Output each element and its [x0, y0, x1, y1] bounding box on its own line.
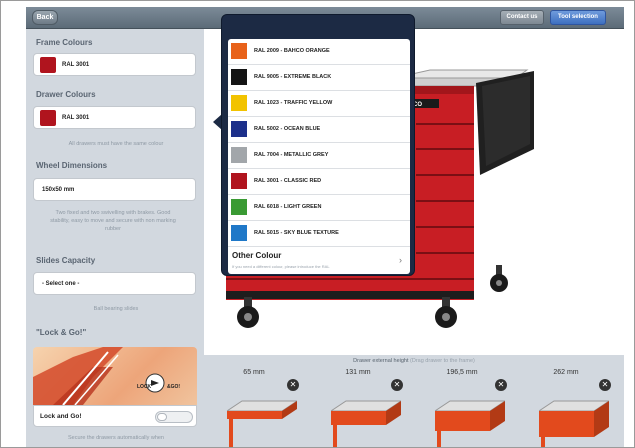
colour-option[interactable]: RAL 5002 - OCEAN BLUE [228, 117, 410, 143]
tool-selection-button[interactable]: Tool selection [550, 10, 606, 25]
drawer-image [227, 400, 297, 447]
lock-and-go-toggle[interactable] [155, 411, 193, 423]
frame-colour-field[interactable]: RAL 3001 [33, 53, 196, 76]
drawer-option-65[interactable]: 65 mm ✕ [224, 369, 302, 447]
drag-hint: (Drag drawer to the frame) [410, 358, 475, 364]
colour-option-label: RAL 5015 - SKY BLUE TEXTURE [254, 230, 339, 236]
colour-option[interactable]: RAL 1023 - TRAFFIC YELLOW [228, 91, 410, 117]
black-swatch [231, 69, 247, 85]
go-text: &GO! [167, 384, 180, 390]
wheel-note: Two fixed and two swivelling with brakes… [50, 210, 176, 232]
info-icon[interactable]: ✕ [391, 379, 403, 391]
red-swatch [231, 173, 247, 189]
colour-picker-popover: RAL 2009 - BAHCO ORANGE RAL 9005 - EXTRE… [221, 14, 415, 276]
drawer-height-hint: Drawer external height (Drag drawer to t… [204, 358, 624, 364]
info-icon[interactable]: ✕ [599, 379, 611, 391]
yellow-swatch [231, 95, 247, 111]
drawer-colours-title: Drawer Colours [36, 90, 96, 99]
sky-blue-swatch [231, 225, 247, 241]
green-swatch [231, 199, 247, 215]
other-colour-option[interactable]: Other Colour If you need a different col… [228, 247, 410, 274]
back-button[interactable]: Back [32, 10, 58, 25]
colour-option-label: RAL 3001 - CLASSIC RED [254, 178, 322, 184]
drawer-option-131[interactable]: 131 mm ✕ [328, 369, 406, 447]
colour-option-label: RAL 1023 - TRAFFIC YELLOW [254, 100, 333, 106]
drawer-height-value: 196,5 mm [446, 369, 478, 376]
lock-and-go-title: "Lock & Go!" [36, 328, 87, 337]
drawer-colour-value: RAL 3001 [62, 115, 90, 121]
app-window: BAHCO Back Contact us [0, 0, 635, 448]
slides-capacity-title: Slides Capacity [36, 256, 96, 265]
colour-option[interactable]: RAL 9005 - EXTREME BLACK [228, 65, 410, 91]
lock-and-go-label: Lock and Go! [40, 413, 82, 420]
other-colour-title: Other Colour [232, 251, 282, 260]
drawer-colour-field[interactable]: RAL 3001 [33, 106, 196, 129]
drawer-height-value: 131 mm [345, 369, 371, 376]
colour-options-list: RAL 2009 - BAHCO ORANGE RAL 9005 - EXTRE… [228, 39, 410, 274]
orange-swatch [231, 43, 247, 59]
lock-text: LOCK [137, 384, 152, 390]
colour-option[interactable]: RAL 7004 - METALLIC GREY [228, 143, 410, 169]
options-sidebar: Frame Colours RAL 3001 Drawer Colours RA… [26, 29, 204, 447]
drawer-height-value: 65 mm [243, 369, 265, 376]
drawer-image [331, 400, 401, 447]
drawer-colour-swatch [40, 110, 56, 126]
frame-colour-swatch [40, 57, 56, 73]
colour-option[interactable]: RAL 3001 - CLASSIC RED [228, 169, 410, 195]
wheel-dimensions-field[interactable]: 150x50 mm [33, 178, 196, 201]
drawer-height-label: Drawer external height [353, 358, 409, 364]
drawer-colour-note: All drawers must have the same colour [68, 141, 164, 147]
blue-swatch [231, 121, 247, 137]
colour-option-label: RAL 7004 - METALLIC GREY [254, 152, 329, 158]
chevron-right-icon: › [399, 255, 402, 265]
drawer-image [539, 400, 609, 447]
frame-colours-title: Frame Colours [36, 38, 93, 47]
frame-colour-value: RAL 3001 [62, 62, 90, 68]
info-icon[interactable]: ✕ [495, 379, 507, 391]
colour-option-label: RAL 6018 - LIGHT GREEN [254, 204, 322, 210]
colour-option-label: RAL 2009 - BAHCO ORANGE [254, 48, 330, 54]
colour-option[interactable]: RAL 5015 - SKY BLUE TEXTURE [228, 221, 410, 247]
drawer-image [435, 400, 505, 447]
lock-and-go-row: Lock and Go! [33, 405, 197, 427]
drawer-height-strip: Drawer external height (Drag drawer to t… [204, 355, 624, 447]
wheel-dimensions-title: Wheel Dimensions [36, 161, 108, 170]
wheel-dimensions-value: 150x50 mm [42, 187, 75, 193]
toggle-knob [157, 413, 167, 421]
info-icon[interactable]: ✕ [287, 379, 299, 391]
colour-option-label: RAL 9005 - EXTREME BLACK [254, 74, 332, 80]
slides-note: Ball bearing slides [93, 306, 139, 312]
drawer-option-196-5[interactable]: 196,5 mm ✕ [432, 369, 510, 447]
lock-note: Secure the drawers automatically when [68, 435, 164, 441]
drawer-height-value: 262 mm [553, 369, 579, 376]
grey-swatch [231, 147, 247, 163]
colour-option[interactable]: RAL 2009 - BAHCO ORANGE [228, 39, 410, 65]
other-colour-subtitle: If you need a different colour, please i… [232, 264, 330, 269]
colour-option[interactable]: RAL 6018 - LIGHT GREEN [228, 195, 410, 221]
colour-option-label: RAL 5002 - OCEAN BLUE [254, 126, 321, 132]
drawer-option-262[interactable]: 262 mm ✕ [536, 369, 614, 447]
lock-and-go-image: LOCK &GO! [33, 347, 197, 405]
slides-capacity-value: - Select one - [42, 281, 80, 287]
contact-us-button[interactable]: Contact us [500, 10, 544, 25]
slides-capacity-select[interactable]: - Select one - [33, 272, 196, 295]
